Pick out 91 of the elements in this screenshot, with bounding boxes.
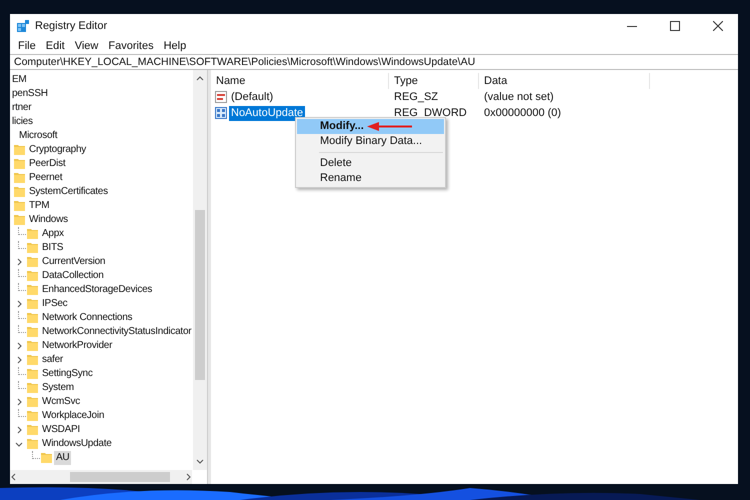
value-data: (value not set) — [483, 91, 554, 103]
folder-icon — [27, 228, 38, 239]
tree-item[interactable]: Cryptography — [27, 143, 88, 157]
expand-icon[interactable] — [15, 300, 23, 308]
folder-icon — [14, 144, 25, 155]
tree-item[interactable]: AU — [54, 451, 72, 465]
folder-icon — [41, 452, 52, 463]
column-header[interactable]: Type — [389, 73, 479, 89]
menu-item[interactable]: File — [14, 40, 40, 52]
folder-icon — [27, 410, 38, 421]
value-data: 0x00000000 (0) — [483, 107, 562, 119]
menu-item[interactable]: Delete — [297, 156, 444, 171]
expand-icon[interactable] — [15, 398, 23, 406]
tree-item[interactable]: EnhancedStorageDevices — [40, 283, 154, 297]
tree-item[interactable]: rtner — [10, 101, 34, 115]
folder-icon — [27, 340, 38, 351]
tree-item[interactable]: SettingSync — [40, 367, 95, 381]
folder-icon — [27, 438, 38, 449]
value-name[interactable]: NoAutoUpdate — [229, 106, 306, 120]
folder-icon — [14, 158, 25, 169]
tree-item[interactable]: Appx — [40, 227, 66, 241]
tree-item[interactable]: NetworkProvider — [40, 339, 114, 353]
menu-item[interactable]: Favorites — [104, 40, 158, 52]
tree-item[interactable]: Network Connections — [40, 311, 134, 325]
expand-icon[interactable] — [15, 426, 23, 434]
menu-item[interactable]: Help — [160, 40, 190, 52]
value-type: REG_SZ — [393, 91, 440, 103]
tree-item[interactable]: CurrentVersion — [40, 255, 108, 269]
folder-icon — [27, 424, 38, 435]
close-icon — [713, 21, 723, 31]
scroll-right-icon[interactable] — [184, 473, 192, 481]
value-name[interactable]: (Default) — [229, 90, 276, 104]
scroll-thumb[interactable] — [195, 210, 205, 380]
registry-icon — [17, 20, 29, 32]
maximize-icon — [670, 21, 680, 31]
tree-item[interactable]: WSDAPI — [40, 423, 82, 437]
folder-icon — [27, 256, 38, 267]
folder-icon — [27, 312, 38, 323]
tree-item[interactable]: WcmSvc — [40, 395, 82, 409]
tree-item[interactable]: PeerDist — [27, 157, 68, 171]
folder-icon — [14, 186, 25, 197]
folder-icon — [14, 172, 25, 183]
folder-icon — [27, 396, 38, 407]
folder-icon — [27, 368, 38, 379]
tree-item[interactable]: NetworkConnectivityStatusIndicator — [40, 325, 193, 339]
folder-icon — [14, 200, 25, 211]
folder-icon — [14, 214, 25, 225]
column-header[interactable]: Data — [479, 73, 650, 89]
address-field[interactable]: Computer\HKEY_LOCAL_MACHINE\SOFTWARE\Policies\Microsoft\Windows\WindowsUpdate\AU — [10, 54, 738, 70]
window-title: Registry Editor — [35, 20, 108, 32]
tree-item[interactable]: Peernet — [27, 171, 64, 185]
menu-item[interactable]: View — [70, 40, 102, 52]
string-value-icon — [215, 91, 227, 103]
expand-icon[interactable] — [15, 356, 23, 364]
binary-value-icon — [215, 107, 227, 119]
folder-icon — [27, 242, 38, 253]
scroll-left-icon[interactable] — [10, 473, 18, 481]
folder-icon — [27, 354, 38, 365]
folder-icon — [27, 298, 38, 309]
folder-icon — [27, 284, 38, 295]
folder-icon — [27, 326, 38, 337]
menu-item[interactable]: Edit — [42, 40, 69, 52]
expand-icon[interactable] — [15, 258, 23, 266]
menu-item[interactable]: Rename — [297, 171, 444, 186]
tree-item[interactable]: BITS — [40, 241, 66, 255]
scroll-up-icon[interactable] — [196, 74, 204, 82]
menu-item[interactable]: Modify... — [297, 119, 444, 134]
folder-icon — [27, 382, 38, 393]
expand-icon[interactable] — [15, 342, 23, 350]
collapse-icon[interactable] — [15, 440, 23, 448]
scroll-thumb[interactable] — [70, 472, 170, 482]
tree-item[interactable]: WorkplaceJoin — [40, 409, 106, 423]
column-header[interactable]: Name — [211, 73, 389, 89]
menu-item[interactable]: Modify Binary Data... — [297, 134, 444, 149]
tree-item[interactable]: penSSH — [10, 87, 50, 101]
tree-item[interactable]: SystemCertificates — [27, 185, 110, 199]
vertical-scrollbar[interactable] — [193, 70, 207, 470]
tree-item[interactable]: System — [40, 381, 76, 395]
tree-item[interactable]: Microsoft — [17, 129, 60, 143]
folder-icon — [27, 270, 38, 281]
tree-item[interactable]: safer — [40, 353, 65, 367]
tree-item[interactable]: Windows — [27, 213, 70, 227]
tree-item[interactable]: IPSec — [40, 297, 70, 311]
tree-item[interactable]: WindowsUpdate — [40, 437, 114, 451]
tree-item[interactable]: licies — [10, 115, 35, 129]
tree-item[interactable]: EM — [10, 73, 28, 87]
horizontal-scrollbar[interactable] — [10, 470, 192, 484]
tree-item[interactable]: TPM — [27, 199, 52, 213]
scroll-down-icon[interactable] — [196, 458, 204, 466]
value-type: REG_DWORD — [393, 107, 468, 119]
tree-item[interactable]: DataCollection — [40, 269, 106, 283]
